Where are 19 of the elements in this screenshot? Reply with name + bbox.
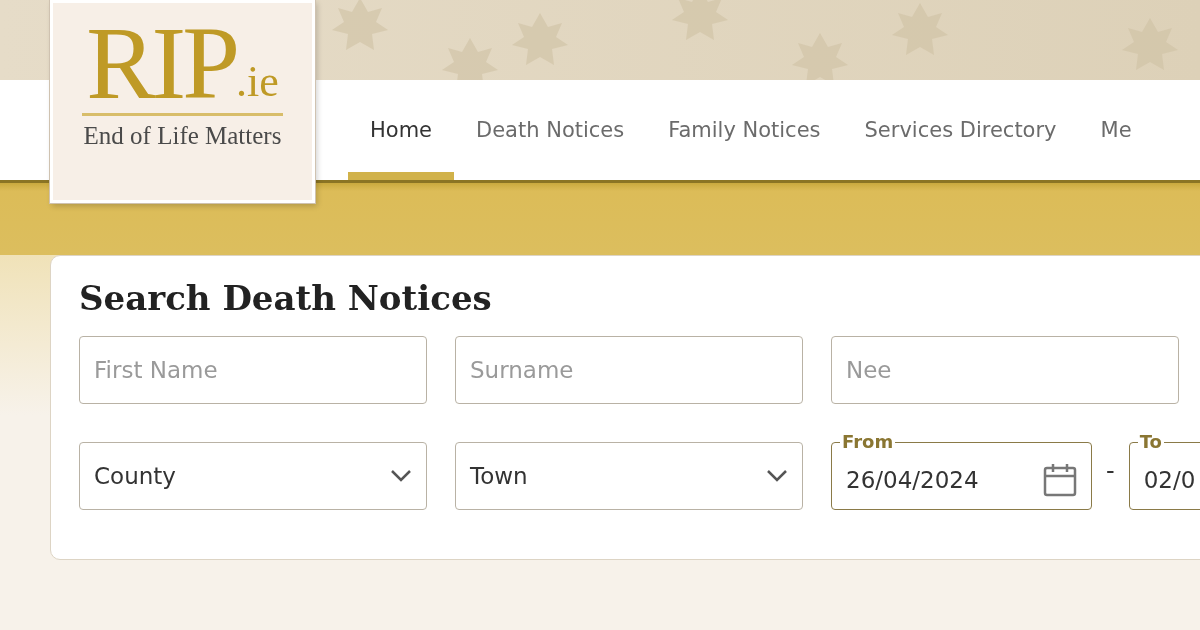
- search-title: Search Death Notices: [79, 278, 493, 318]
- date-field[interactable]: To 02/0: [1128, 432, 1200, 510]
- calendar-icon: [1043, 462, 1077, 497]
- field-label: To: [1138, 432, 1163, 452]
- nav-tab[interactable]: Me: [1078, 80, 1154, 180]
- text-input-field[interactable]: First Name: [79, 336, 427, 404]
- site-logo[interactable]: RIP.ie End of Life Matters: [50, 0, 315, 203]
- field-label: From: [841, 432, 895, 452]
- nav-tab[interactable]: Services Directory: [842, 80, 1079, 180]
- text-input-field[interactable]: Surname: [455, 336, 803, 404]
- nav-tab[interactable]: Family Notices: [646, 80, 843, 180]
- dropdown-field[interactable]: Town: [455, 442, 803, 510]
- dropdown-field[interactable]: County: [79, 442, 427, 510]
- chevron-down-icon: [766, 469, 788, 483]
- nav-tab[interactable]: Death Notices: [454, 80, 647, 180]
- date-field[interactable]: From 26/04/2024: [831, 432, 1092, 510]
- text-input-field[interactable]: Nee: [831, 336, 1179, 404]
- chevron-down-icon: [390, 469, 412, 483]
- range-separator: -: [1106, 457, 1115, 485]
